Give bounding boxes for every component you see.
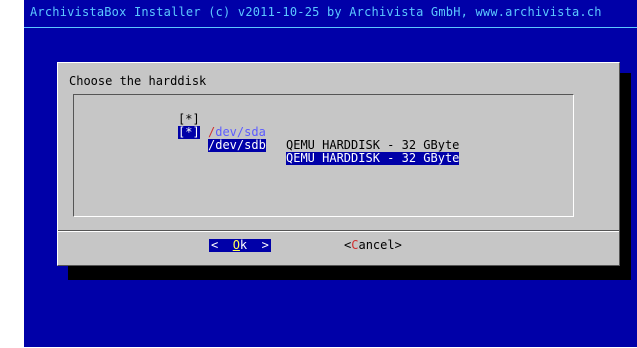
checkbox[interactable]: [*]	[178, 126, 200, 139]
terminal-screen: ArchivistaBox Installer (c) v2011-10-25 …	[24, 0, 637, 347]
cancel-button-right: >	[394, 238, 402, 252]
device-description: QEMU HARDDISK - 32 GByte	[286, 151, 460, 165]
backtitle-divider	[24, 27, 637, 28]
button-divider	[58, 230, 619, 232]
ok-button-right: >	[247, 238, 269, 252]
dialog-title: Choose the harddisk	[69, 74, 207, 88]
cancel-button[interactable]: <Cancel>	[344, 239, 402, 252]
list-item[interactable]: [*] /dev/sdb QEMU HARDDISK - 32 GByte	[74, 113, 460, 165]
harddisk-dialog: Choose the harddisk [*] /dev/sda QEMU HA…	[57, 62, 620, 266]
list-item[interactable]: [*] /dev/sda QEMU HARDDISK - 32 GByte	[74, 100, 459, 152]
device-name: dev/sdb	[215, 138, 266, 152]
installer-backtitle: ArchivistaBox Installer (c) v2011-10-25 …	[30, 5, 602, 19]
device-path: /dev/sdb	[208, 139, 266, 152]
ok-button[interactable]: < Ok >	[209, 239, 271, 252]
device-path-slash: /	[208, 138, 216, 152]
harddisk-list: [*] /dev/sda QEMU HARDDISK - 32 GByte [*…	[73, 94, 574, 217]
ok-hotkey: O	[232, 238, 240, 252]
ok-button-left: <	[211, 238, 233, 252]
cancel-button-rest: ancel	[358, 238, 395, 252]
